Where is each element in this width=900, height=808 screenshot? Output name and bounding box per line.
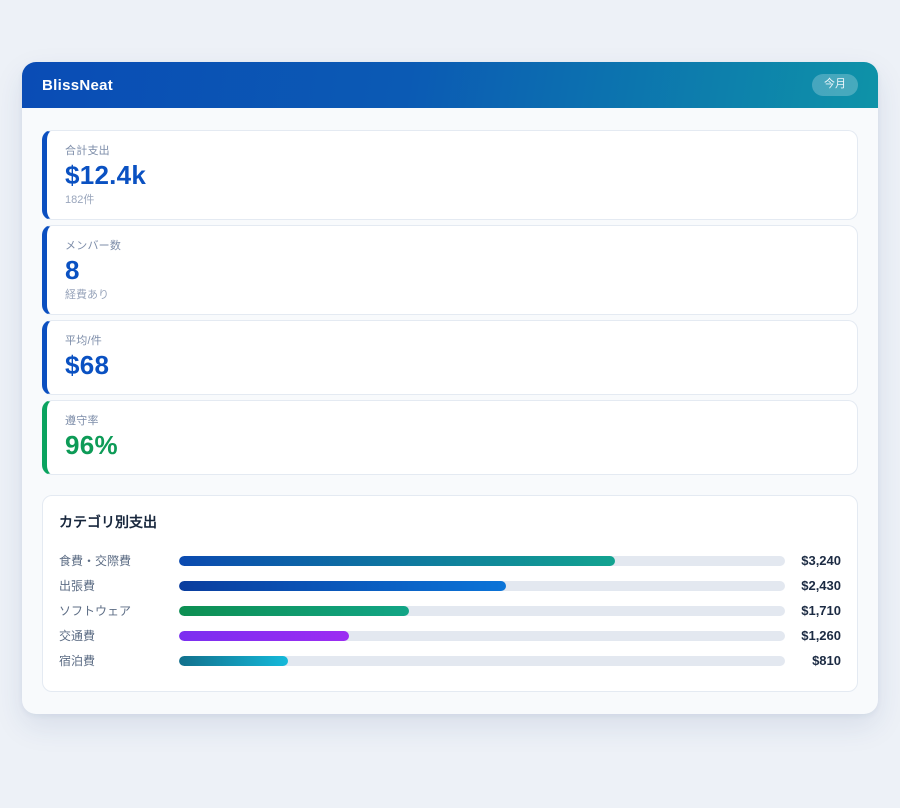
category-bar-fill	[179, 631, 349, 641]
stat-label: 遵守率	[65, 414, 839, 428]
category-value: $1,710	[785, 603, 841, 618]
category-row: 宿泊費 $810	[59, 648, 841, 673]
category-label: 宿泊費	[59, 652, 179, 669]
category-bars: 食費・交際費 $3,240 出張費 $2,430 ソフトウェア $1,710 交…	[59, 548, 841, 673]
category-bar-track	[179, 556, 785, 566]
category-label: 食費・交際費	[59, 552, 179, 569]
category-value: $3,240	[785, 553, 841, 568]
category-value: $1,260	[785, 628, 841, 643]
stat-card: 合計支出 $12.4k 182件	[42, 130, 858, 220]
app-header: BlissNeat 今月	[22, 62, 878, 108]
category-row: ソフトウェア $1,710	[59, 598, 841, 623]
category-section-title: カテゴリ別支出	[59, 512, 841, 532]
stat-sub: 182件	[65, 193, 839, 207]
stat-card: 遵守率 96%	[42, 400, 858, 475]
category-bar-fill	[179, 581, 506, 591]
category-label: 出張費	[59, 577, 179, 594]
category-spend-section: カテゴリ別支出 食費・交際費 $3,240 出張費 $2,430 ソフトウェア …	[42, 495, 858, 692]
category-row: 交通費 $1,260	[59, 623, 841, 648]
category-value: $810	[785, 653, 841, 668]
category-bar-fill	[179, 656, 288, 666]
category-bar-track	[179, 631, 785, 641]
category-bar-track	[179, 656, 785, 666]
app-title: BlissNeat	[42, 77, 113, 94]
stat-card: 平均/件 $68	[42, 320, 858, 395]
stats-list: 合計支出 $12.4k 182件 メンバー数 8 経費あり 平均/件 $68 遵…	[42, 130, 858, 475]
category-label: 交通費	[59, 627, 179, 644]
stat-label: 平均/件	[65, 334, 839, 348]
category-bar-track	[179, 581, 785, 591]
category-row: 食費・交際費 $3,240	[59, 548, 841, 573]
stat-sub: 経費あり	[65, 288, 839, 302]
stat-label: 合計支出	[65, 144, 839, 158]
stat-value: $12.4k	[65, 158, 839, 192]
category-bar-fill	[179, 556, 615, 566]
stat-value: $68	[65, 348, 839, 382]
category-value: $2,430	[785, 578, 841, 593]
stat-value: 96%	[65, 428, 839, 462]
expense-dashboard: BlissNeat 今月 合計支出 $12.4k 182件 メンバー数 8 経費…	[22, 62, 878, 714]
stat-value: 8	[65, 253, 839, 287]
category-bar-fill	[179, 606, 409, 616]
period-badge[interactable]: 今月	[812, 74, 858, 96]
stat-card: メンバー数 8 経費あり	[42, 225, 858, 315]
dashboard-body: 合計支出 $12.4k 182件 メンバー数 8 経費あり 平均/件 $68 遵…	[22, 108, 878, 714]
category-label: ソフトウェア	[59, 602, 179, 619]
category-row: 出張費 $2,430	[59, 573, 841, 598]
category-bar-track	[179, 606, 785, 616]
stat-label: メンバー数	[65, 239, 839, 253]
